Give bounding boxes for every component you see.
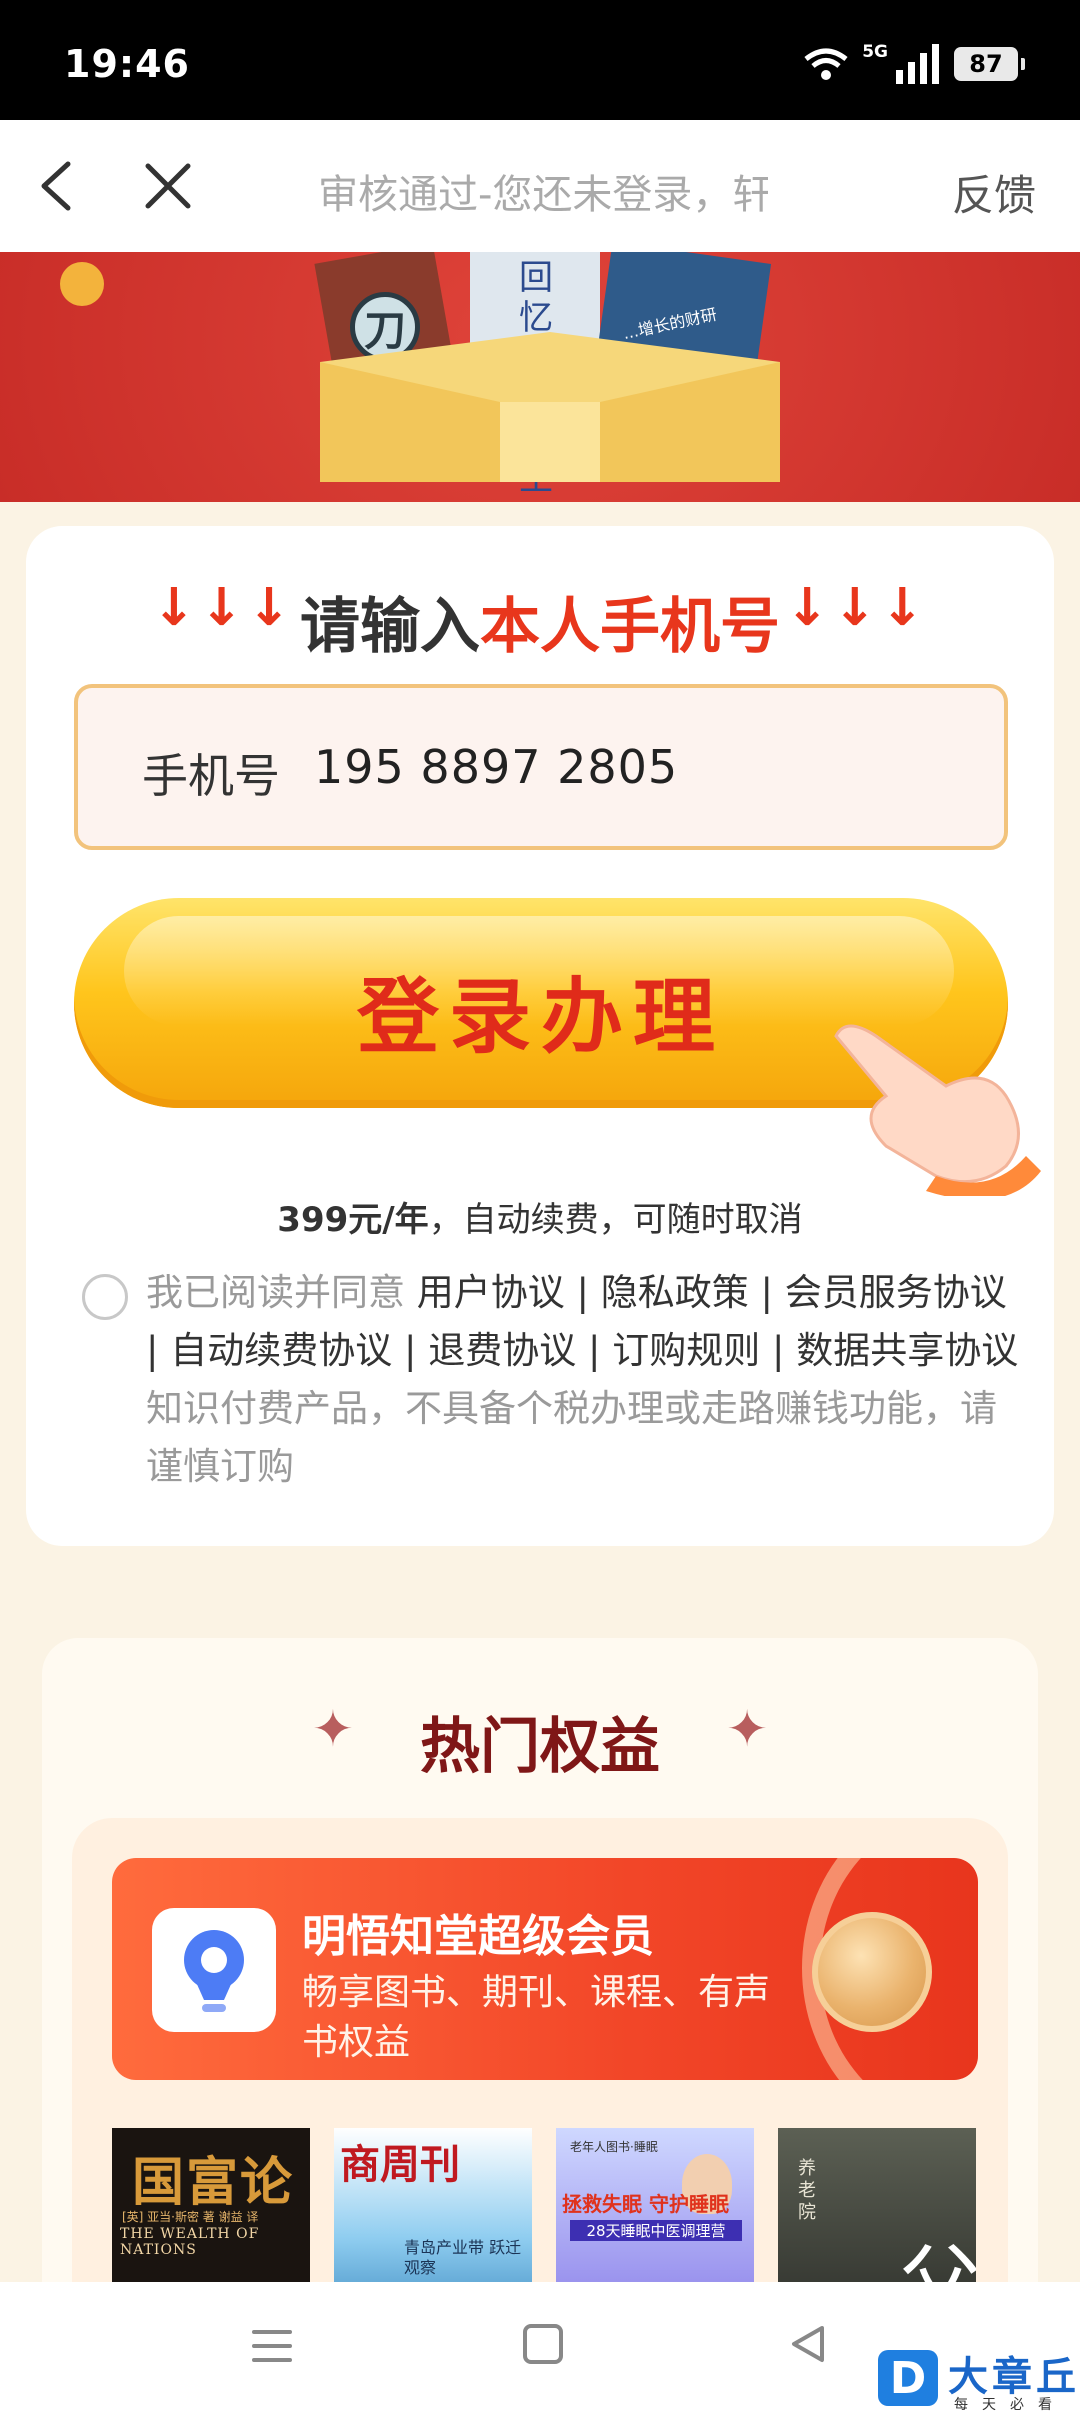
status-bar: 19:46 5G 87: [0, 0, 1080, 120]
price-note: 399元/年，自动续费，可随时取消: [26, 1192, 1054, 1241]
cover-title: 商周刊: [340, 2141, 460, 2188]
agree-prefix: 我已阅读并同意: [146, 1271, 417, 1314]
cover-subtitle: 养老院: [798, 2158, 816, 2223]
close-icon[interactable]: [138, 156, 198, 216]
phone-field[interactable]: 手机号 195 8897 2805: [74, 684, 1008, 850]
login-card: ↓↓↓ 请输入本人手机号 ↓↓↓ 手机号 195 8897 2805 登录办理 …: [26, 526, 1054, 1546]
cover-english: THE WEALTH OF NATIONS: [120, 2226, 260, 2258]
page-title: 审核通过-您还未登录，轩: [318, 172, 768, 218]
nav-bar: 审核通过-您还未登录，轩 反馈: [0, 120, 1080, 252]
network-label: 5G: [862, 42, 888, 62]
phone-input[interactable]: 195 8897 2805: [314, 740, 914, 794]
benefits-title: 热门权益: [420, 1712, 660, 1782]
agreement-text: 我已阅读并同意 用户协议 | 隐私政策 | 会员服务协议 | 自动续费协议 | …: [146, 1264, 1026, 1496]
phone-label: 手机号: [142, 749, 280, 803]
member-card[interactable]: 明悟知堂超级会员 畅享图书、期刊、课程、有声书权益: [112, 1858, 978, 2080]
home-icon[interactable]: [523, 2324, 563, 2364]
cover-title: 老年人图书·睡眠: [570, 2140, 658, 2154]
cover-subtitle: [英] 亚当·斯密 著 谢益 译: [122, 2210, 259, 2224]
status-icons: 5G 87: [804, 42, 1025, 84]
back-icon[interactable]: [786, 2322, 830, 2366]
promo-banner: 回忆鲁迅先生 ...增长的财研 刀: [0, 252, 1080, 502]
watermark-sub: 每天必看: [954, 2397, 1066, 2412]
cover-subtitle: 青岛产业带 跃迁观察: [404, 2238, 522, 2277]
price-terms: ，自动续费，可随时取消: [428, 1200, 803, 1240]
watermark-logo: D: [878, 2350, 938, 2406]
signal-icon: [896, 44, 940, 84]
menu-icon[interactable]: [250, 2326, 294, 2366]
agree-suffix: 知识付费产品，不具备个税办理或走路赚钱功能，请谨慎订购: [146, 1387, 997, 1488]
watermark: D 大章丘 每天必看: [878, 2344, 1080, 2412]
feedback-button[interactable]: 反馈: [952, 162, 1036, 223]
heading-prefix: 请输入: [300, 592, 480, 662]
wifi-icon: [804, 47, 848, 81]
lantern-icon: [60, 262, 104, 306]
cover-tag: 28天睡眠中医调理营: [570, 2220, 742, 2241]
arrows-down-icon: ↓↓↓: [785, 578, 928, 638]
cover-subtitle: 拯救失眠 守护睡眠: [562, 2192, 729, 2216]
status-time: 19:46: [64, 42, 190, 86]
price-amount: 399元/年: [277, 1200, 429, 1240]
battery-icon: 87: [954, 47, 1025, 81]
app-logo-icon: [152, 1908, 276, 2032]
cover-title: 国富论: [132, 2152, 295, 2213]
sparkle-icon: ✦: [726, 1700, 768, 1758]
coin-icon: [812, 1912, 932, 2032]
pointing-hand-icon: [834, 1024, 1041, 1196]
agree-checkbox[interactable]: [82, 1274, 128, 1320]
heading-highlight: 本人手机号: [480, 592, 780, 662]
member-description: 畅享图书、期刊、课程、有声书权益: [302, 1972, 771, 2063]
back-icon[interactable]: [30, 156, 90, 216]
member-title: 明悟知堂超级会员: [302, 1911, 654, 1962]
gift-box-icon: [320, 332, 780, 482]
